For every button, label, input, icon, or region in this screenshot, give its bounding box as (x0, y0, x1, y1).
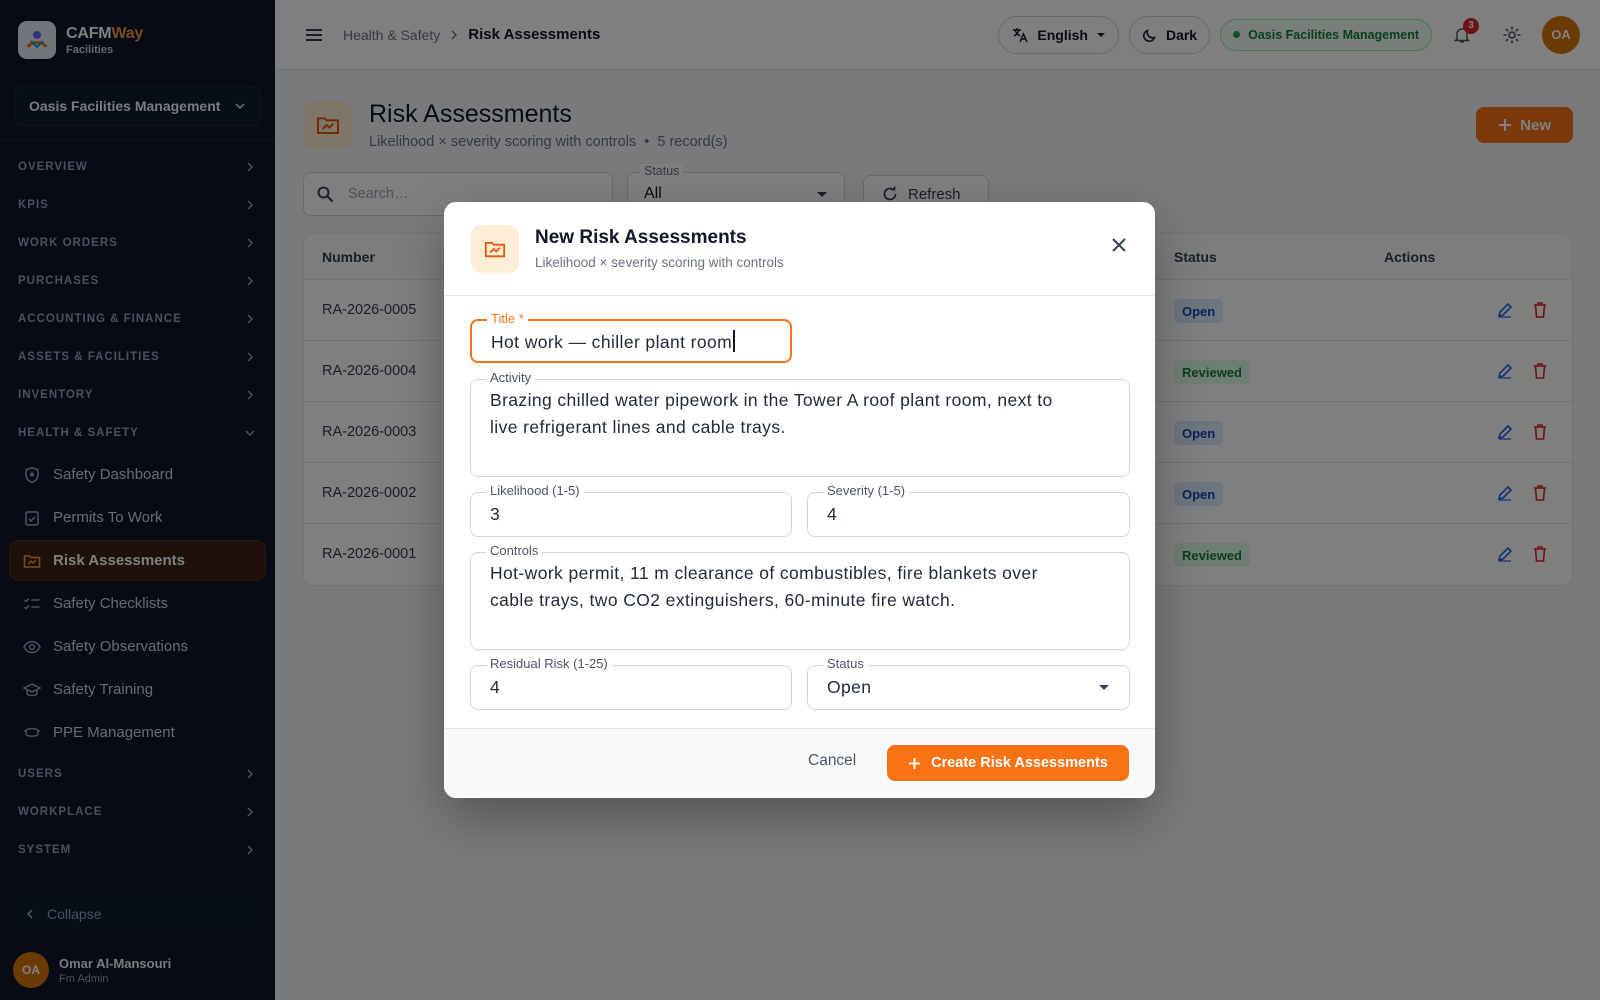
severity-field-label: Severity (1-5) (823, 483, 910, 498)
residual-risk-field[interactable]: Residual Risk (1-25) 4 (470, 656, 792, 710)
create-button[interactable]: Create Risk Assessments (887, 745, 1129, 781)
controls-field-label: Controls (486, 543, 543, 558)
close-icon[interactable] (1111, 237, 1127, 253)
likelihood-field[interactable]: Likelihood (1-5) 3 (470, 483, 792, 537)
title-field-label: Title * (487, 311, 528, 326)
activity-line: live refrigerant lines and cable trays. (490, 416, 786, 437)
dialog-header: New Risk Assessments Likelihood × severi… (444, 202, 1155, 296)
status-select-value: Open (827, 677, 872, 697)
activity-field[interactable]: Activity Brazing chilled water pipework … (470, 370, 1130, 477)
title-field[interactable]: Title * Hot work — chiller plant room (470, 311, 792, 363)
controls-field[interactable]: Controls Hot-work permit, 11 m clearance… (470, 543, 1130, 650)
cancel-button[interactable]: Cancel (808, 752, 856, 770)
severity-field[interactable]: Severity (1-5) 4 (807, 483, 1130, 537)
residual-risk-field-value: 4 (490, 677, 501, 697)
controls-line: cable trays, two CO2 extinguishers, 60-m… (490, 589, 956, 610)
activity-field-label: Activity (486, 370, 536, 385)
status-select-label: Status (823, 656, 868, 671)
dialog-subtitle: Likelihood × severity scoring with contr… (535, 255, 784, 270)
title-field-value: Hot work — chiller plant room (491, 332, 733, 352)
controls-line: Hot-work permit, 11 m clearance of combu… (490, 563, 1038, 583)
folder-chart-icon (471, 224, 519, 273)
likelihood-field-value: 3 (490, 504, 501, 524)
new-risk-assessment-dialog: New Risk Assessments Likelihood × severi… (444, 202, 1155, 798)
likelihood-field-label: Likelihood (1-5) (486, 483, 584, 498)
caret-down-icon (1098, 684, 1110, 691)
status-select[interactable]: Status Open (807, 656, 1130, 710)
severity-field-value: 4 (827, 504, 838, 524)
plus-icon (908, 757, 921, 770)
dialog-footer: Cancel Create Risk Assessments (444, 728, 1155, 798)
activity-line: Brazing chilled water pipework in the To… (490, 390, 1053, 410)
text-cursor (733, 330, 736, 352)
dialog-title: New Risk Assessments (535, 227, 747, 248)
residual-risk-field-label: Residual Risk (1-25) (486, 656, 612, 671)
